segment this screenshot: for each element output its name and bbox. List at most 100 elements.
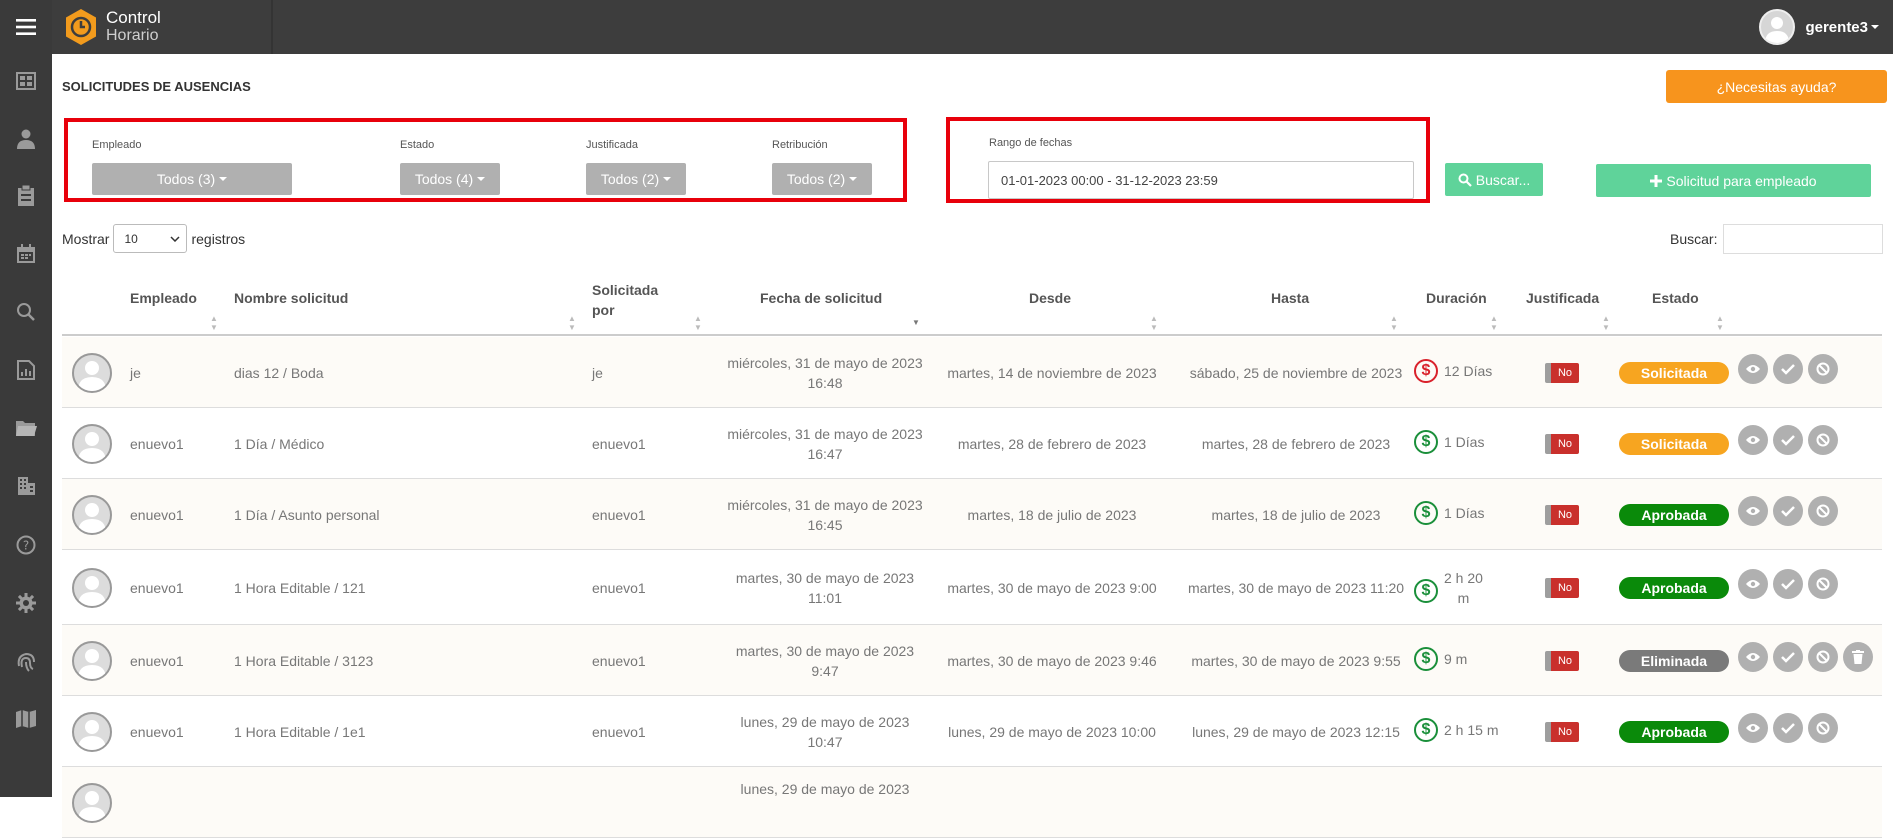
reject-button[interactable] bbox=[1808, 424, 1838, 455]
sidebar-item-help[interactable]: ? bbox=[0, 525, 52, 565]
chevron-down-icon bbox=[477, 177, 486, 181]
cell-desde: martes, 30 de mayo de 2023 9:00 bbox=[947, 579, 1157, 596]
brand[interactable]: Control Horario bbox=[64, 5, 274, 49]
justificada-badge[interactable]: No bbox=[1545, 577, 1579, 598]
sidebar-item-reports[interactable] bbox=[0, 350, 52, 390]
approve-button[interactable] bbox=[1773, 424, 1803, 455]
user-icon bbox=[17, 129, 35, 149]
sidebar-item-map[interactable] bbox=[0, 699, 52, 739]
col-estado[interactable]: Estado bbox=[1652, 288, 1699, 308]
sidebar-item-settings[interactable] bbox=[0, 583, 52, 623]
eye-icon bbox=[1746, 723, 1760, 732]
estado-filter[interactable]: Todos (4) bbox=[400, 163, 500, 195]
sidebar-item-users[interactable] bbox=[0, 119, 52, 159]
cell-desde: martes, 18 de julio de 2023 bbox=[967, 506, 1137, 523]
page-length-select[interactable]: 10 bbox=[113, 224, 188, 253]
sort-desc-icon: ▼ bbox=[912, 318, 920, 327]
view-button[interactable] bbox=[1738, 495, 1768, 526]
reject-button[interactable] bbox=[1808, 641, 1838, 672]
col-justificada[interactable]: Justificada bbox=[1526, 288, 1599, 308]
table-row[interactable]: enuevo1 1 Hora Editable / 3123 enuevo1 mart… bbox=[62, 625, 1882, 696]
cell-nombre: 1 Hora Editable / 1e1 bbox=[234, 723, 366, 740]
reject-button[interactable] bbox=[1808, 353, 1838, 384]
delete-button[interactable] bbox=[1843, 641, 1873, 672]
view-button[interactable] bbox=[1738, 353, 1768, 384]
col-hasta[interactable]: Hasta bbox=[1271, 288, 1309, 308]
col-empleado[interactable]: Empleado bbox=[130, 288, 197, 308]
table-row[interactable]: enuevo1 1 Hora Editable / 121 enuevo1 marte… bbox=[62, 550, 1882, 625]
user-avatar-icon bbox=[78, 431, 106, 462]
justificada-filter[interactable]: Todos (2) bbox=[586, 163, 686, 195]
cell-duracion: $2 h 20 m bbox=[1414, 570, 1524, 608]
justificada-badge[interactable]: No bbox=[1545, 650, 1579, 671]
date-range-input[interactable]: 01-01-2023 00:00 - 31-12-2023 23:59 bbox=[988, 161, 1414, 199]
justificada-badge[interactable]: No bbox=[1545, 433, 1579, 454]
table-row[interactable]: enuevo1 1 Día / Asunto personal enuevo1 mié… bbox=[62, 479, 1882, 550]
reject-button[interactable] bbox=[1808, 495, 1838, 526]
sidebar-item-folders[interactable] bbox=[0, 408, 52, 448]
menu-toggle[interactable] bbox=[0, 0, 52, 54]
cell-duracion-line1: 2 h 15 m bbox=[1444, 721, 1499, 738]
logo bbox=[64, 8, 98, 46]
cell-fecha-line2: 16:48 bbox=[807, 374, 843, 391]
sidebar-item-fingerprint[interactable] bbox=[0, 641, 52, 681]
approve-button[interactable] bbox=[1773, 353, 1803, 384]
page-length-control: Mostrar 10 registros bbox=[62, 224, 245, 253]
approve-button[interactable] bbox=[1773, 568, 1803, 599]
status-badge: Solicitada bbox=[1619, 432, 1729, 455]
cell-fecha-line2: 16:47 bbox=[807, 445, 843, 462]
justificada-badge[interactable]: No bbox=[1545, 504, 1579, 525]
view-button[interactable] bbox=[1738, 712, 1768, 743]
approve-button[interactable] bbox=[1773, 495, 1803, 526]
col-solicitada-por[interactable]: Solicitada por bbox=[592, 280, 658, 320]
cell-duracion: $1 Días bbox=[1414, 500, 1524, 525]
sidebar-item-company[interactable] bbox=[0, 466, 52, 506]
col-desde[interactable]: Desde bbox=[1029, 288, 1071, 308]
col-duracion[interactable]: Duración bbox=[1426, 288, 1487, 308]
avatar bbox=[72, 711, 112, 752]
table-row[interactable]: lunes, 29 de mayo de 2023 bbox=[62, 767, 1882, 838]
col-nombre[interactable]: Nombre solicitud bbox=[234, 288, 348, 308]
eye-icon bbox=[1746, 652, 1760, 661]
new-request-label: Solicitud para empleado bbox=[1666, 172, 1817, 189]
approve-button[interactable] bbox=[1773, 641, 1803, 672]
view-button[interactable] bbox=[1738, 568, 1768, 599]
cell-duracion: $9 m bbox=[1414, 646, 1524, 671]
cell-fecha-line2: 16:45 bbox=[807, 516, 843, 533]
table-row[interactable]: enuevo1 1 Hora Editable / 1e1 enuevo1 lunes… bbox=[62, 696, 1882, 767]
approve-button[interactable] bbox=[1773, 712, 1803, 743]
user-avatar-icon bbox=[78, 502, 106, 533]
table-search-input[interactable] bbox=[1723, 224, 1884, 254]
brand-divider bbox=[271, 0, 273, 54]
view-button[interactable] bbox=[1738, 424, 1768, 455]
sort-icon: ▲ ▼ bbox=[1150, 314, 1158, 332]
table-row[interactable]: je dias 12 / Boda je miércoles, 31 de mayo … bbox=[62, 337, 1882, 408]
sidebar-item-requests[interactable] bbox=[0, 176, 52, 216]
sidebar-item-dashboard[interactable] bbox=[0, 61, 52, 101]
col-fecha[interactable]: Fecha de solicitud bbox=[760, 288, 882, 308]
table-row[interactable]: enuevo1 1 Día / Médico enuevo1 miércoles, 3… bbox=[62, 408, 1882, 479]
justificada-badge[interactable]: No bbox=[1545, 721, 1579, 742]
avatar bbox=[72, 352, 112, 393]
retribucion-label: Retribución bbox=[772, 139, 828, 151]
view-button[interactable] bbox=[1738, 641, 1768, 672]
col-solicitada-line1: Solicitada bbox=[592, 282, 659, 298]
chevron-down-icon bbox=[1871, 25, 1879, 29]
sidebar-item-calendar[interactable] bbox=[0, 234, 52, 274]
dollar-icon: $ bbox=[1414, 429, 1438, 454]
plus-icon bbox=[1650, 174, 1663, 187]
new-request-button[interactable]: Solicitud para empleado bbox=[1596, 164, 1871, 197]
check-icon bbox=[1781, 722, 1795, 734]
search-button[interactable]: Buscar... bbox=[1445, 163, 1543, 196]
user-menu[interactable]: gerente3 bbox=[1759, 7, 1879, 47]
empleado-filter[interactable]: Todos (3) bbox=[92, 163, 292, 195]
search-icon bbox=[17, 303, 35, 321]
reject-button[interactable] bbox=[1808, 712, 1838, 743]
sort-icon: ▲ ▼ bbox=[1390, 314, 1398, 332]
help-button[interactable]: ¿Necesitas ayuda? bbox=[1666, 70, 1887, 103]
retribucion-filter[interactable]: Todos (2) bbox=[772, 163, 872, 195]
justificada-badge[interactable]: No bbox=[1545, 362, 1579, 383]
cell-fecha: martes, 30 de mayo de 2023 11:01 bbox=[710, 568, 940, 608]
reject-button[interactable] bbox=[1808, 568, 1838, 599]
sidebar-item-search[interactable] bbox=[0, 292, 52, 332]
